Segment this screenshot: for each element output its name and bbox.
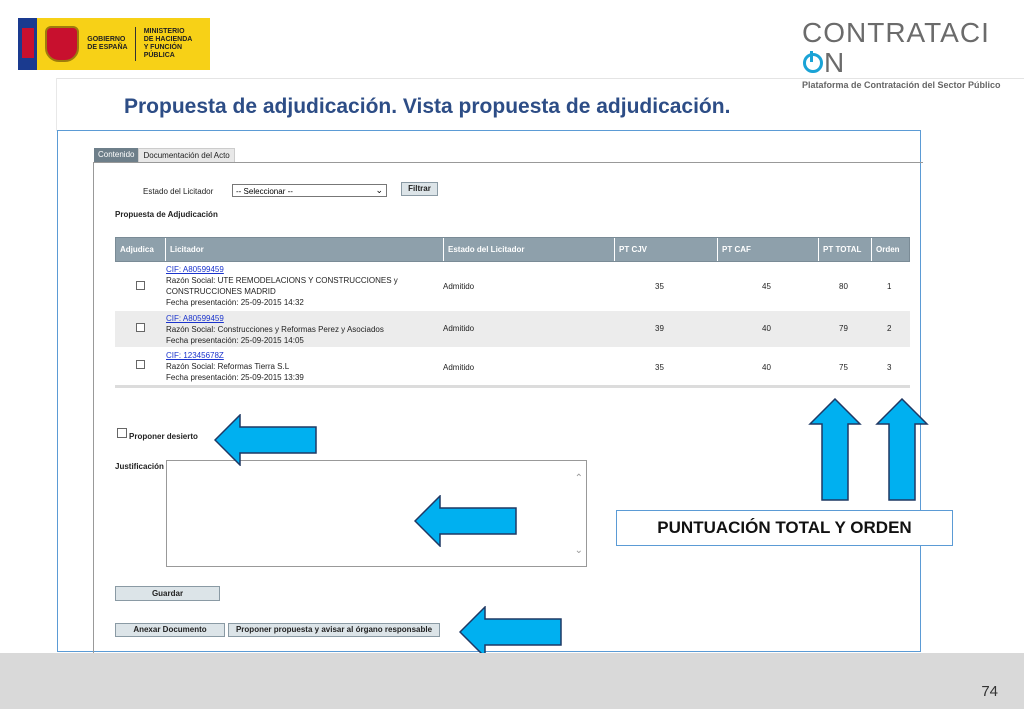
pt-caf-value: 40 (762, 324, 771, 333)
adjudica-checkbox[interactable] (136, 360, 145, 369)
arrow-up-icon (808, 398, 862, 501)
justificacion-label: Justificación (115, 462, 164, 471)
chevron-down-icon: ⌄ (375, 185, 383, 195)
arrow-left-icon (214, 414, 317, 466)
th-estado: Estado del Licitador (443, 238, 614, 261)
estado-licitador-select[interactable]: -- Seleccionar -- ⌄ (232, 184, 387, 197)
tab-documentacion[interactable]: Documentación del Acto (138, 148, 235, 163)
ministry-line2: DE HACIENDA (143, 36, 193, 43)
table-row: CIF: A80599459 Razón Social: UTE REMODEL… (115, 262, 910, 310)
header-divider (56, 78, 1024, 79)
pt-cjv-value: 35 (655, 363, 664, 372)
logo-separator (134, 27, 136, 61)
pt-cjv-value: 39 (655, 324, 664, 333)
table-header: Adjudica Licitador Estado del Licitador … (115, 237, 910, 262)
brand-pre: CONTRATACI (802, 17, 990, 48)
orden-value: 3 (887, 363, 892, 372)
th-adjudica: Adjudica (120, 245, 154, 254)
content-panel (93, 162, 923, 654)
page-title: Propuesta de adjudicación. Vista propues… (124, 95, 731, 118)
razon-social: Razón Social: UTE REMODELACIONS Y CONSTR… (166, 276, 398, 285)
gov-line2: DE ESPAÑA (87, 44, 128, 51)
adjudica-checkbox[interactable] (136, 281, 145, 290)
brand-post: N (824, 47, 846, 78)
brand-name: CONTRATACIN (802, 18, 1002, 78)
arrow-left-icon (459, 606, 562, 658)
fecha-presentacion: Fecha presentación: 25-09-2015 13:39 (166, 373, 304, 382)
th-pt-caf: PT CAF (717, 238, 818, 261)
page-number: 74 (981, 683, 998, 700)
fecha-presentacion: Fecha presentación: 25-09-2015 14:05 (166, 336, 304, 345)
callout-box: PUNTUACIÓN TOTAL Y ORDEN (616, 510, 953, 546)
arrow-left-icon (414, 495, 517, 547)
orden-value: 1 (887, 282, 892, 291)
gov-line1: GOBIERNO (87, 36, 126, 43)
table-row: CIF: 12345678Z Razón Social: Reformas Ti… (115, 348, 910, 384)
tab-bar: Contenido Documentación del Acto (94, 148, 235, 163)
fecha-presentacion: Fecha presentación: 25-09-2015 14:32 (166, 298, 304, 307)
proponer-desierto-label: Proponer desierto (129, 432, 198, 441)
coat-of-arms-icon (44, 26, 80, 62)
razon-social-cont: CONSTRUCCIONES MADRID (166, 287, 276, 296)
cif-link[interactable]: CIF: 12345678Z (166, 351, 224, 360)
estado-value: Admitido (443, 282, 475, 291)
anexar-documento-button[interactable]: Anexar Documento (115, 623, 225, 637)
estado-value: Admitido (443, 324, 475, 333)
brand-subtitle: Plataforma de Contratación del Sector Pú… (802, 80, 1001, 90)
cif-link[interactable]: CIF: A80599459 (166, 265, 224, 274)
cif-link[interactable]: CIF: A80599459 (166, 314, 224, 323)
pt-caf-value: 45 (762, 282, 771, 291)
pt-cjv-value: 35 (655, 282, 664, 291)
razon-social: Razón Social: Reformas Tierra S.L (166, 362, 290, 371)
th-licitador: Licitador (165, 238, 443, 261)
pt-total-value: 79 (839, 324, 848, 333)
razon-social: Razón Social: Construcciones y Reformas … (166, 325, 384, 334)
ministry-line1: MINISTERIO (143, 28, 185, 35)
table-row: CIF: A80599459 Razón Social: Construccio… (115, 311, 910, 347)
pt-total-value: 75 (839, 363, 848, 372)
arrow-up-icon (875, 398, 929, 501)
footer-bar (0, 653, 1024, 709)
gov-text: GOBIERNO DE ESPAÑA (87, 36, 132, 52)
left-rule (56, 78, 57, 131)
adjudica-checkbox[interactable] (136, 323, 145, 332)
section-title: Propuesta de Adjudicación (115, 210, 218, 219)
ministry-text: MINISTERIO DE HACIENDA Y FUNCIÓN PÚBLICA (144, 28, 210, 60)
power-icon (803, 51, 823, 73)
estado-licitador-label: Estado del Licitador (143, 187, 214, 196)
th-pt-cjv: PT CJV (614, 238, 717, 261)
scroll-down-icon[interactable]: ⌄ (575, 545, 583, 556)
select-value: -- Seleccionar -- (236, 187, 293, 196)
filtrar-button[interactable]: Filtrar (401, 182, 438, 196)
orden-value: 2 (887, 324, 892, 333)
pt-total-value: 80 (839, 282, 848, 291)
contratacion-logo: CONTRATACIN Plataforma de Contratación d… (802, 18, 1002, 91)
spain-flag-icon (18, 18, 37, 70)
th-pt-total: PT TOTAL (818, 238, 871, 261)
estado-value: Admitido (443, 363, 475, 372)
gobierno-logo: GOBIERNO DE ESPAÑA MINISTERIO DE HACIEND… (18, 18, 210, 70)
scroll-up-icon[interactable]: ⌃ (575, 473, 583, 484)
guardar-button[interactable]: Guardar (115, 586, 220, 601)
justificacion-textarea[interactable]: ⌃ ⌄ (166, 460, 587, 567)
th-orden: Orden (871, 238, 909, 261)
tab-contenido[interactable]: Contenido (94, 148, 139, 162)
proponer-desierto-checkbox[interactable] (117, 428, 127, 438)
ministry-line3: Y FUNCIÓN PÚBLICA (143, 44, 183, 59)
pt-caf-value: 40 (762, 363, 771, 372)
proponer-propuesta-button[interactable]: Proponer propuesta y avisar al órgano re… (228, 623, 440, 637)
table-bottom-border (115, 385, 910, 388)
